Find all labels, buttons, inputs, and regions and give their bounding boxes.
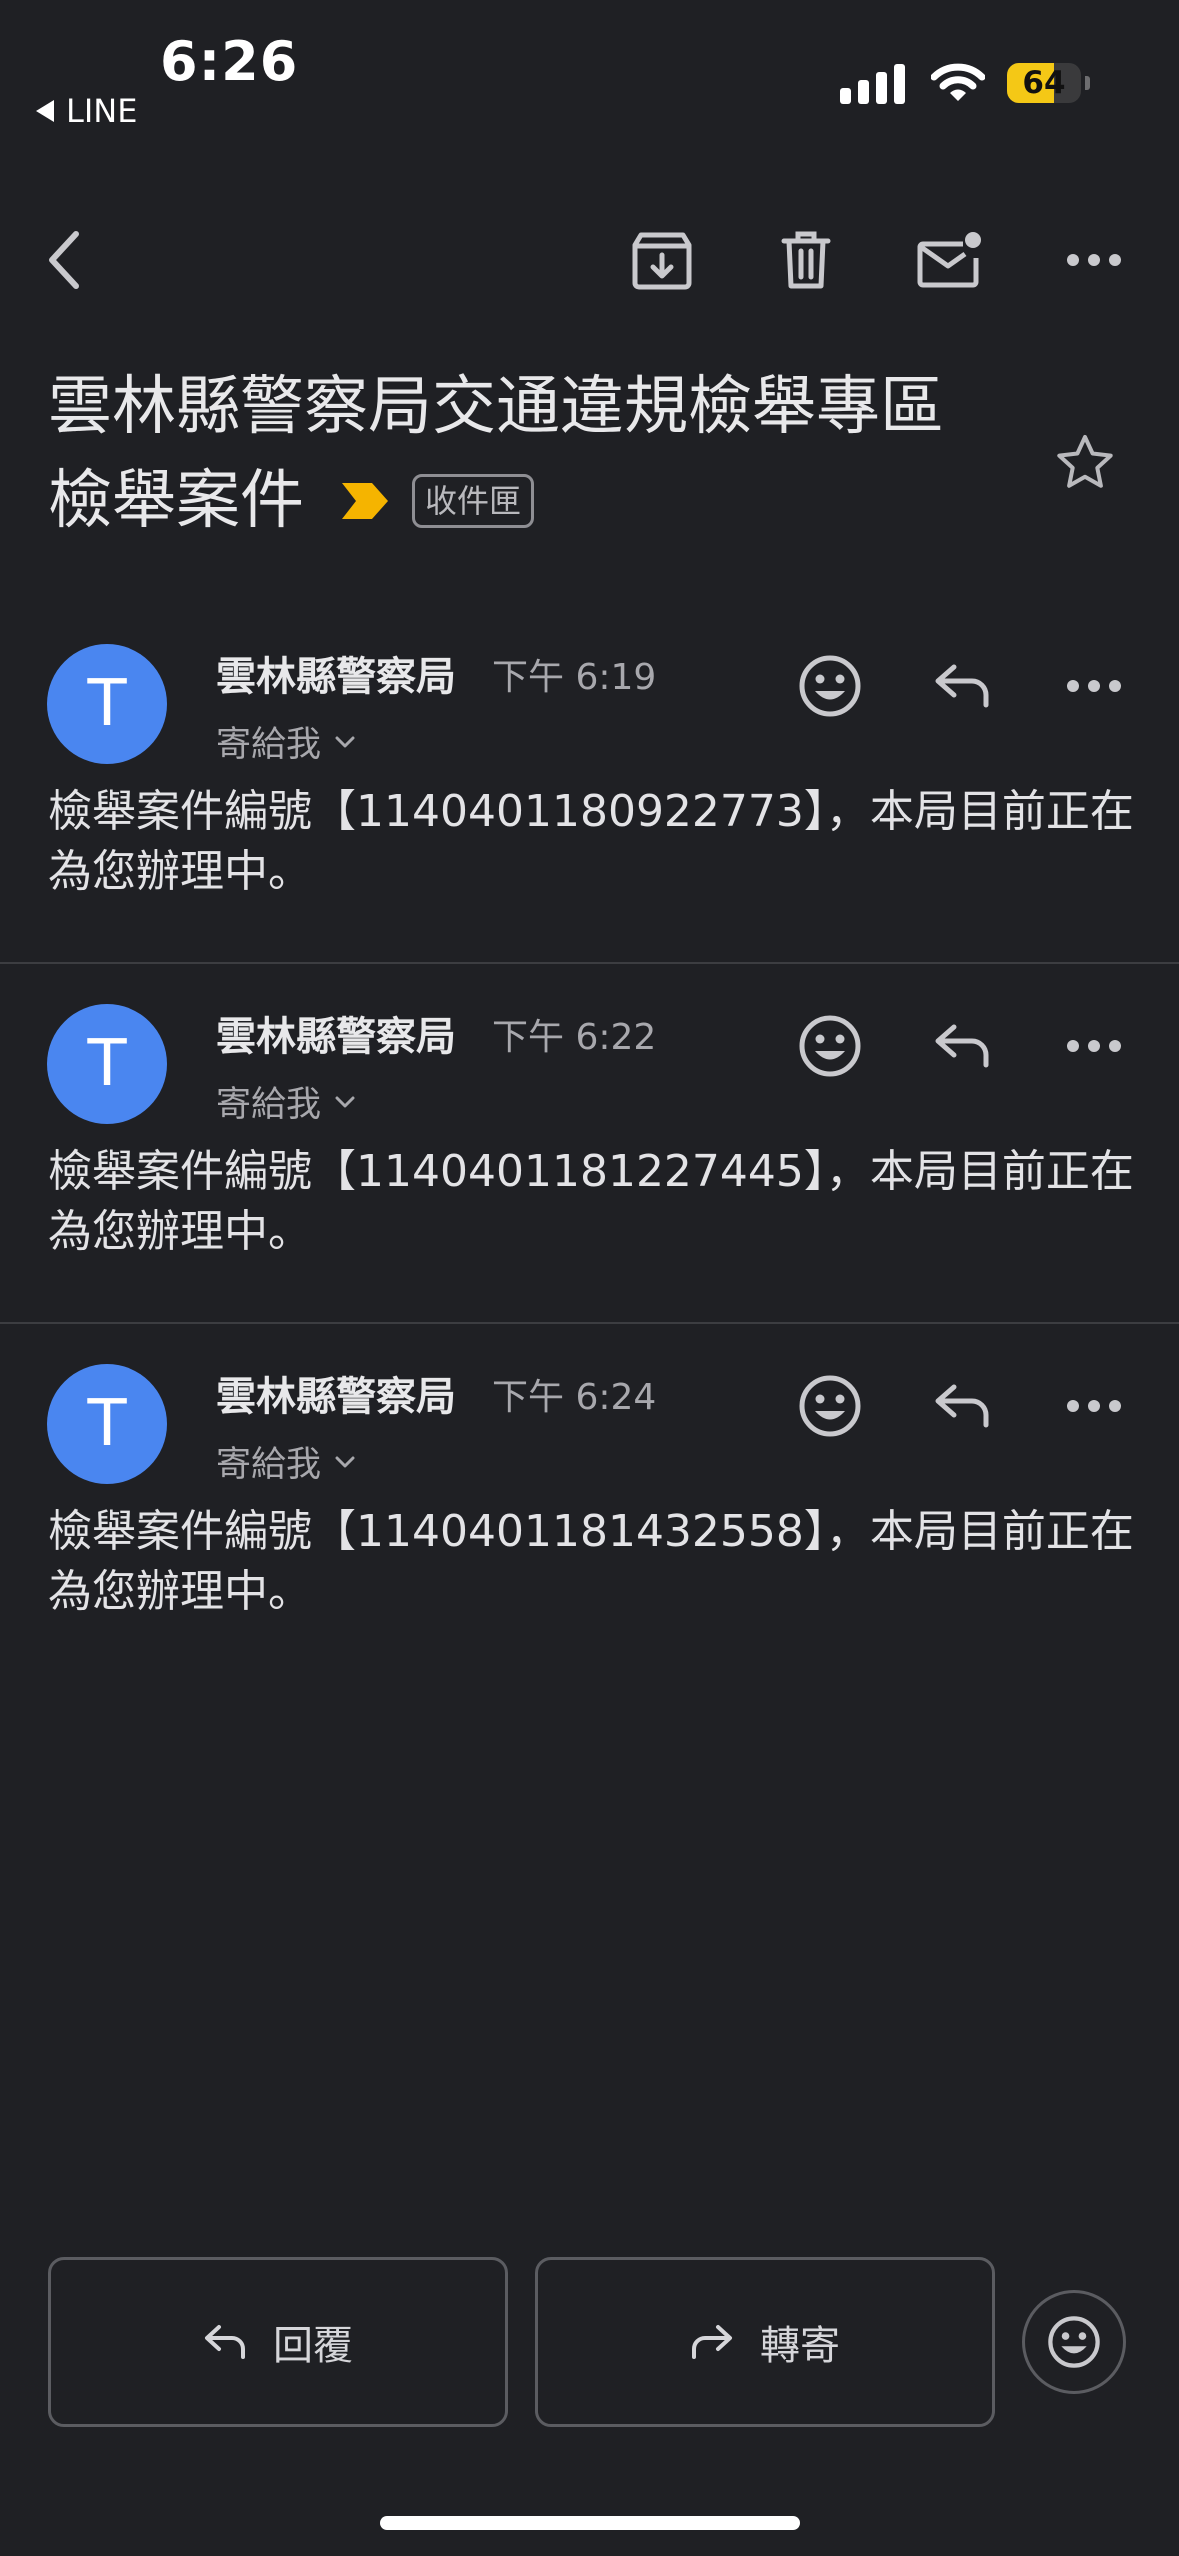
recipient-details-toggle[interactable]: 寄給我 bbox=[216, 716, 355, 767]
emoji-reaction-icon bbox=[799, 1015, 861, 1077]
emoji-reaction-icon bbox=[799, 655, 861, 717]
avatar[interactable]: T bbox=[47, 1004, 167, 1124]
emoji-reaction-icon bbox=[799, 1375, 861, 1437]
archive-icon bbox=[632, 232, 692, 290]
message-body: 檢舉案件編號【1140401181432558】，本局目前正在為您辦理中。 bbox=[48, 1506, 1134, 1617]
mark-unread-button[interactable] bbox=[910, 220, 990, 300]
status-time: 6:26 bbox=[160, 30, 299, 93]
reply-icon bbox=[935, 1384, 989, 1428]
avatar[interactable]: T bbox=[47, 644, 167, 764]
battery-nub bbox=[1085, 76, 1090, 90]
reply-button[interactable] bbox=[922, 1366, 1002, 1446]
forward-button[interactable]: 轉寄 bbox=[535, 2257, 995, 2427]
more-icon bbox=[1067, 254, 1121, 266]
message-body: 檢舉案件編號【1140401180922773】，本局目前正在為您辦理中。 bbox=[48, 786, 1134, 897]
message-more-button[interactable] bbox=[1054, 1366, 1134, 1446]
message-item[interactable]: T 雲林縣警察局 下午 6:24 寄給我 檢舉案件編號【114040118143… bbox=[0, 1324, 1179, 1684]
message-item[interactable]: T 雲林縣警察局 下午 6:19 寄給我 檢舉案件編號【114040118092… bbox=[0, 604, 1179, 964]
chevron-down-icon bbox=[335, 1096, 355, 1107]
back-to-app-link[interactable]: LINE bbox=[36, 92, 137, 130]
recipient-label: 寄給我 bbox=[216, 1445, 322, 1485]
more-icon bbox=[1067, 680, 1121, 692]
subject-line-1: 雲林縣警察局交通違規檢舉專區 bbox=[48, 370, 944, 444]
back-app-label: LINE bbox=[66, 92, 138, 130]
recipient-details-toggle[interactable]: 寄給我 bbox=[216, 1436, 355, 1487]
more-icon bbox=[1067, 1400, 1121, 1412]
forward-label: 轉寄 bbox=[760, 2323, 840, 2369]
message-time: 下午 6:22 bbox=[492, 1017, 657, 1058]
subject-line-2: 檢舉案件 bbox=[48, 464, 304, 538]
add-reaction-button[interactable] bbox=[790, 646, 870, 726]
cellular-signal-icon bbox=[840, 62, 905, 104]
recipient-details-toggle[interactable]: 寄給我 bbox=[216, 1076, 355, 1127]
recipient-label: 寄給我 bbox=[216, 1085, 322, 1125]
battery-icon: 64 bbox=[1007, 63, 1081, 103]
reply-icon bbox=[935, 664, 989, 708]
star-button[interactable] bbox=[1055, 433, 1115, 491]
add-reaction-button[interactable] bbox=[790, 1006, 870, 1086]
inbox-label-chip[interactable]: 收件匣 bbox=[412, 474, 535, 528]
message-time: 下午 6:19 bbox=[492, 657, 657, 698]
back-triangle-icon bbox=[36, 100, 54, 122]
emoji-reaction-icon bbox=[1048, 2316, 1100, 2368]
back-button[interactable] bbox=[24, 220, 104, 300]
home-indicator[interactable] bbox=[380, 2516, 800, 2530]
message-body: 檢舉案件編號【1140401181227445】，本局目前正在為您辦理中。 bbox=[48, 1146, 1134, 1257]
emoji-reaction-button[interactable] bbox=[1022, 2290, 1126, 2394]
chevron-down-icon bbox=[335, 1456, 355, 1467]
battery-percent: 64 bbox=[1022, 65, 1066, 101]
reply-button[interactable] bbox=[922, 646, 1002, 726]
more-icon bbox=[1067, 1040, 1121, 1052]
add-reaction-button[interactable] bbox=[790, 1366, 870, 1446]
reply-icon bbox=[935, 1024, 989, 1068]
sender-name[interactable]: 雲林縣警察局 bbox=[216, 1004, 456, 1062]
status-indicators: 64 bbox=[840, 62, 1090, 104]
delete-button[interactable] bbox=[766, 220, 846, 300]
trash-icon bbox=[781, 231, 831, 289]
archive-button[interactable] bbox=[622, 220, 702, 300]
more-options-button[interactable] bbox=[1054, 220, 1134, 300]
reply-label: 回覆 bbox=[273, 2323, 353, 2369]
back-arrow-icon bbox=[49, 231, 79, 289]
mark-unread-icon bbox=[917, 232, 981, 288]
sender-name[interactable]: 雲林縣警察局 bbox=[216, 1364, 456, 1422]
reply-all-button[interactable]: 回覆 bbox=[48, 2257, 508, 2427]
message-time: 下午 6:24 bbox=[492, 1377, 657, 1418]
wifi-icon bbox=[931, 63, 985, 101]
avatar[interactable]: T bbox=[47, 1364, 167, 1484]
chevron-down-icon bbox=[335, 736, 355, 747]
message-item[interactable]: T 雲林縣警察局 下午 6:22 寄給我 檢舉案件編號【114040118122… bbox=[0, 964, 1179, 1324]
forward-icon bbox=[692, 2325, 732, 2359]
thread-subject: 雲林縣警察局交通違規檢舉專區 檢舉案件 收件匣 bbox=[48, 360, 1028, 548]
message-more-button[interactable] bbox=[1054, 646, 1134, 726]
importance-marker-icon[interactable] bbox=[340, 481, 390, 521]
message-more-button[interactable] bbox=[1054, 1006, 1134, 1086]
subject-line-2-row: 檢舉案件 收件匣 bbox=[48, 454, 1028, 548]
reply-button[interactable] bbox=[922, 1006, 1002, 1086]
star-icon bbox=[1057, 435, 1113, 488]
sender-name[interactable]: 雲林縣警察局 bbox=[216, 644, 456, 702]
reply-icon bbox=[205, 2325, 245, 2359]
recipient-label: 寄給我 bbox=[216, 725, 322, 765]
